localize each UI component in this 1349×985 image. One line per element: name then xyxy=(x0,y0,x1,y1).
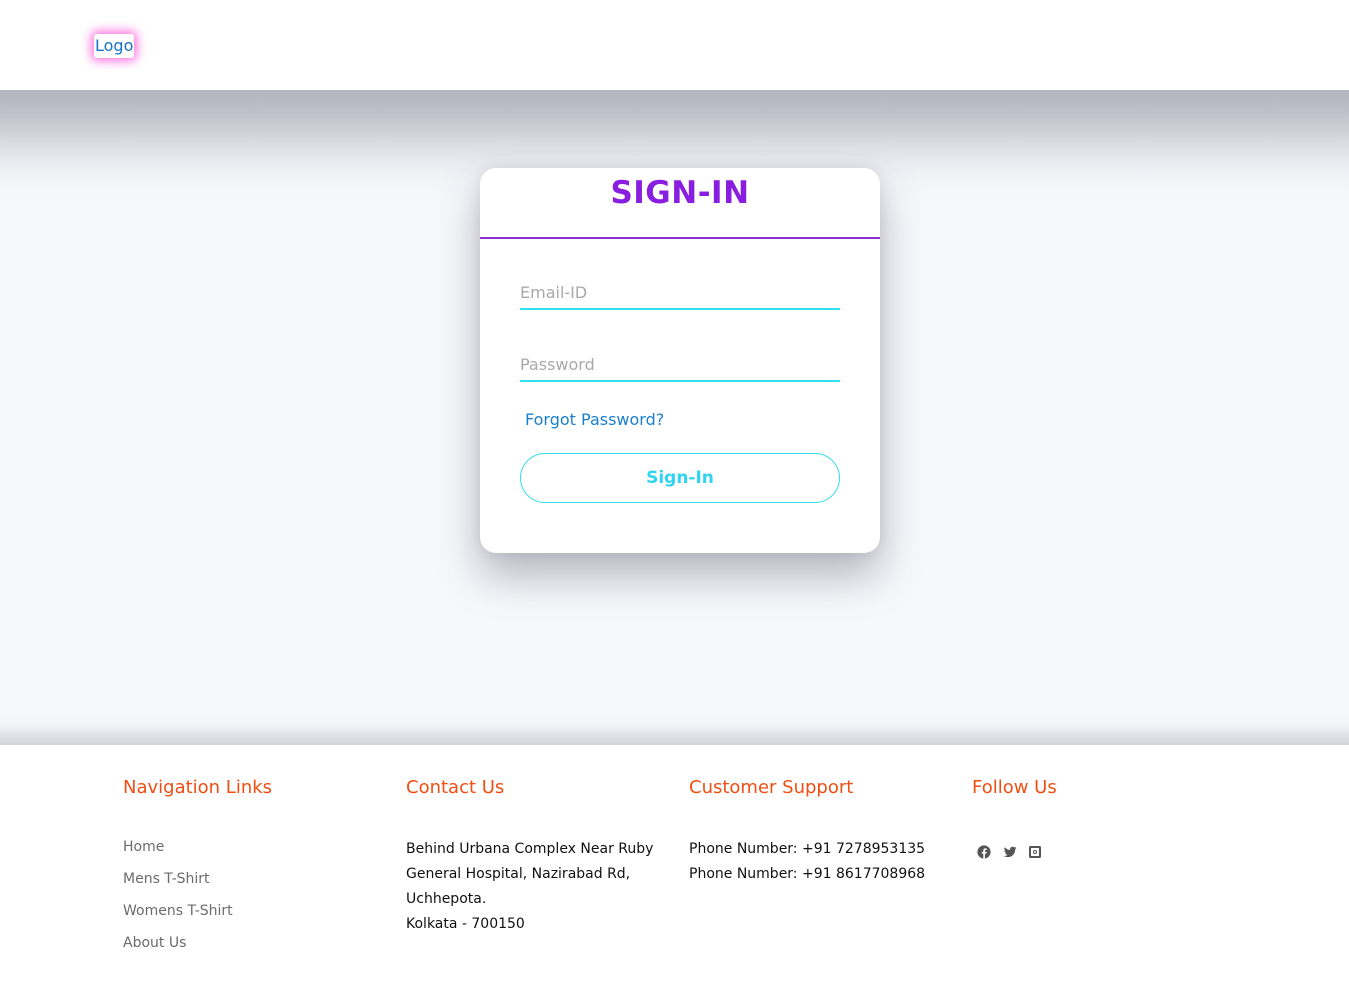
contact-heading: Contact Us xyxy=(406,777,505,798)
follow-heading: Follow Us xyxy=(972,777,1057,798)
nav-link-mens-tshirt[interactable]: Mens T-Shirt xyxy=(123,871,210,887)
phone-number: Phone Number: +91 8617708968 xyxy=(689,866,926,882)
password-field[interactable] xyxy=(520,348,840,382)
email-field[interactable] xyxy=(520,276,840,310)
address-line: Behind Urbana Complex Near Ruby xyxy=(406,841,654,857)
signin-button[interactable]: Sign-In xyxy=(520,453,840,503)
nav-link-about-us[interactable]: About Us xyxy=(123,935,186,951)
navigation-heading: Navigation Links xyxy=(123,777,273,798)
facebook-icon[interactable] xyxy=(977,845,991,859)
title-divider xyxy=(480,237,880,239)
instagram-icon[interactable] xyxy=(1028,845,1042,859)
signin-title: SIGN-IN xyxy=(610,175,750,211)
support-heading: Customer Support xyxy=(689,777,854,798)
address-line: Uchhepota. xyxy=(406,891,487,907)
phone-number: Phone Number: +91 7278953135 xyxy=(689,841,926,857)
forgot-password-link[interactable]: Forgot Password? xyxy=(525,410,664,429)
signin-card: SIGN-IN Forgot Password? Sign-In xyxy=(480,168,880,553)
main-section: SIGN-IN Forgot Password? Sign-In xyxy=(0,90,1349,745)
site-header: Logo xyxy=(0,0,1349,90)
nav-link-womens-tshirt[interactable]: Womens T-Shirt xyxy=(123,903,233,919)
address-line: General Hospital, Nazirabad Rd, xyxy=(406,866,631,882)
twitter-icon[interactable] xyxy=(1003,845,1017,859)
site-footer: Navigation Links Home Mens T-Shirt Women… xyxy=(0,745,1349,985)
nav-link-home[interactable]: Home xyxy=(123,839,164,855)
address-line: Kolkata - 700150 xyxy=(406,916,525,932)
logo-link[interactable]: Logo xyxy=(94,34,135,58)
